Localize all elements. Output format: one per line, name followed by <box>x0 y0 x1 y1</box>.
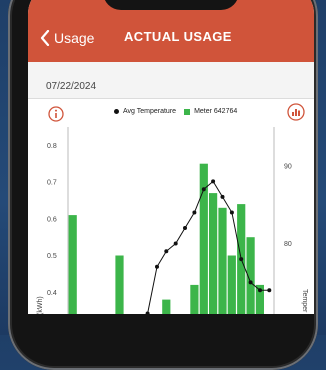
left-tick-label: 0.8 <box>47 143 57 150</box>
y2-axis-label: Temper <box>301 289 308 313</box>
left-tick-label: 0.5 <box>47 253 57 260</box>
y-axis-label: (kWh) <box>37 296 44 314</box>
temperature-point <box>173 241 178 246</box>
left-tick-label: 0.4 <box>47 290 57 297</box>
usage-bar <box>115 255 124 314</box>
temperature-point <box>201 187 206 192</box>
phone-notch <box>103 0 239 10</box>
right-tick-label: 80 <box>284 241 292 248</box>
usage-bar <box>68 215 77 314</box>
right-tick-label: 90 <box>284 163 292 170</box>
usage-bar <box>190 284 199 314</box>
temperature-point <box>267 288 272 293</box>
temperature-point <box>248 280 253 285</box>
usage-bar <box>162 299 171 314</box>
usage-bar <box>209 193 218 314</box>
left-tick-label: 0.6 <box>47 216 57 223</box>
phone-frame: Usage ACTUAL USAGE 07/22/2024 Avg Temper… <box>8 0 318 370</box>
temperature-point <box>258 288 262 293</box>
temperature-point <box>239 257 244 262</box>
chevron-left-icon <box>40 30 50 46</box>
left-tick-label: 0.7 <box>47 180 57 187</box>
temperature-point <box>164 249 169 254</box>
temperature-point <box>145 311 150 314</box>
temperature-point <box>192 210 197 215</box>
back-label: Usage <box>54 30 95 46</box>
temperature-point <box>155 264 159 269</box>
back-button[interactable]: Usage <box>40 28 94 48</box>
usage-date: 07/22/2024 <box>46 81 97 92</box>
temperature-point <box>183 226 187 230</box>
usage-chart: 0.8 0.7 0.6 0.5 0.4 90 80 (kWh) Temper <box>37 127 308 314</box>
temperature-point <box>220 194 225 199</box>
temperature-point <box>211 179 216 184</box>
usage-bar <box>218 207 227 314</box>
temperature-point <box>229 210 234 215</box>
usage-bar <box>227 255 236 314</box>
page-title: ACTUAL USAGE <box>124 29 232 44</box>
app-screen: Usage ACTUAL USAGE 07/22/2024 Avg Temper… <box>28 0 314 314</box>
